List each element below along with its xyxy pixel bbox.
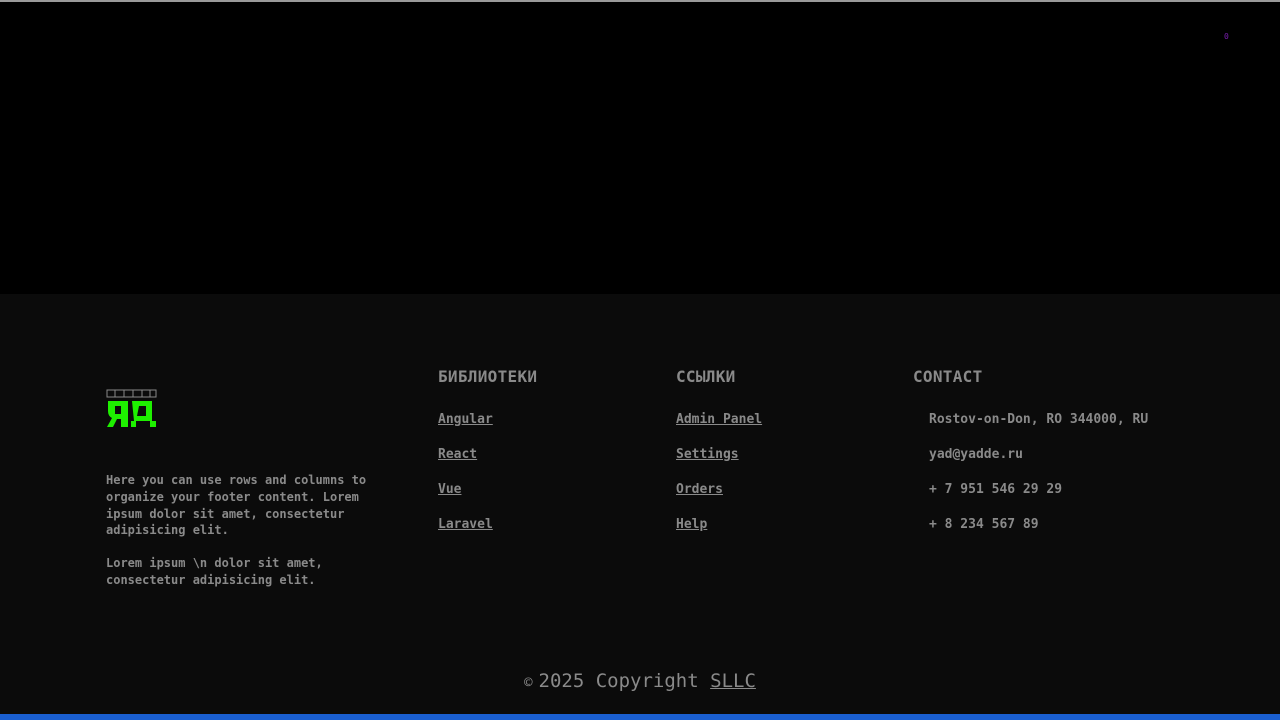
contact-phone: + 7 951 546 29 29 [929,482,1063,497]
link-settings[interactable]: Settings [676,445,762,464]
link-help[interactable]: Help [676,515,762,534]
footer-about: Here you can use rows and columns to org… [106,472,368,605]
libraries-column: БИБЛИОТЕКИ Angular React Vue Laravel [438,367,537,550]
link-admin-panel[interactable]: Admin Panel [676,410,762,429]
copyright: © 2025 Copyright SLLC [0,670,1280,692]
links-heading: ССЫЛКИ [676,367,736,386]
links-column: ССЫЛКИ Admin Panel Settings Orders Help [676,367,762,550]
site-footer: Here you can use rows and columns to org… [0,294,1280,714]
contact-column: CONTACT Rostov-on-Don, RO 344000, RU yad… [913,367,1173,550]
bottom-bar [0,714,1280,720]
contact-phone: + 8 234 567 89 [929,517,1039,532]
ya-logo-icon[interactable] [106,389,158,429]
contact-address: Rostov-on-Don, RO 344000, RU [929,412,1149,427]
link-laravel[interactable]: Laravel [438,515,537,534]
about-paragraph: Here you can use rows and columns to org… [106,473,367,538]
link-vue[interactable]: Vue [438,480,537,499]
copyright-symbol: © [524,675,533,691]
hero-section: 0 [0,2,1280,294]
link-orders[interactable]: Orders [676,480,762,499]
link-angular[interactable]: Angular [438,410,537,429]
copyright-link[interactable]: SLLC [710,670,756,692]
contact-email: yad@yadde.ru [929,447,1023,462]
about-paragraph: Lorem ipsum \n dolor sit amet, consectet… [106,556,323,587]
libraries-heading: БИБЛИОТЕКИ [438,367,538,386]
contact-heading: CONTACT [913,367,983,386]
counter-badge: 0 [1224,32,1229,41]
link-react[interactable]: React [438,445,537,464]
copyright-text: 2025 Copyright [538,670,699,692]
